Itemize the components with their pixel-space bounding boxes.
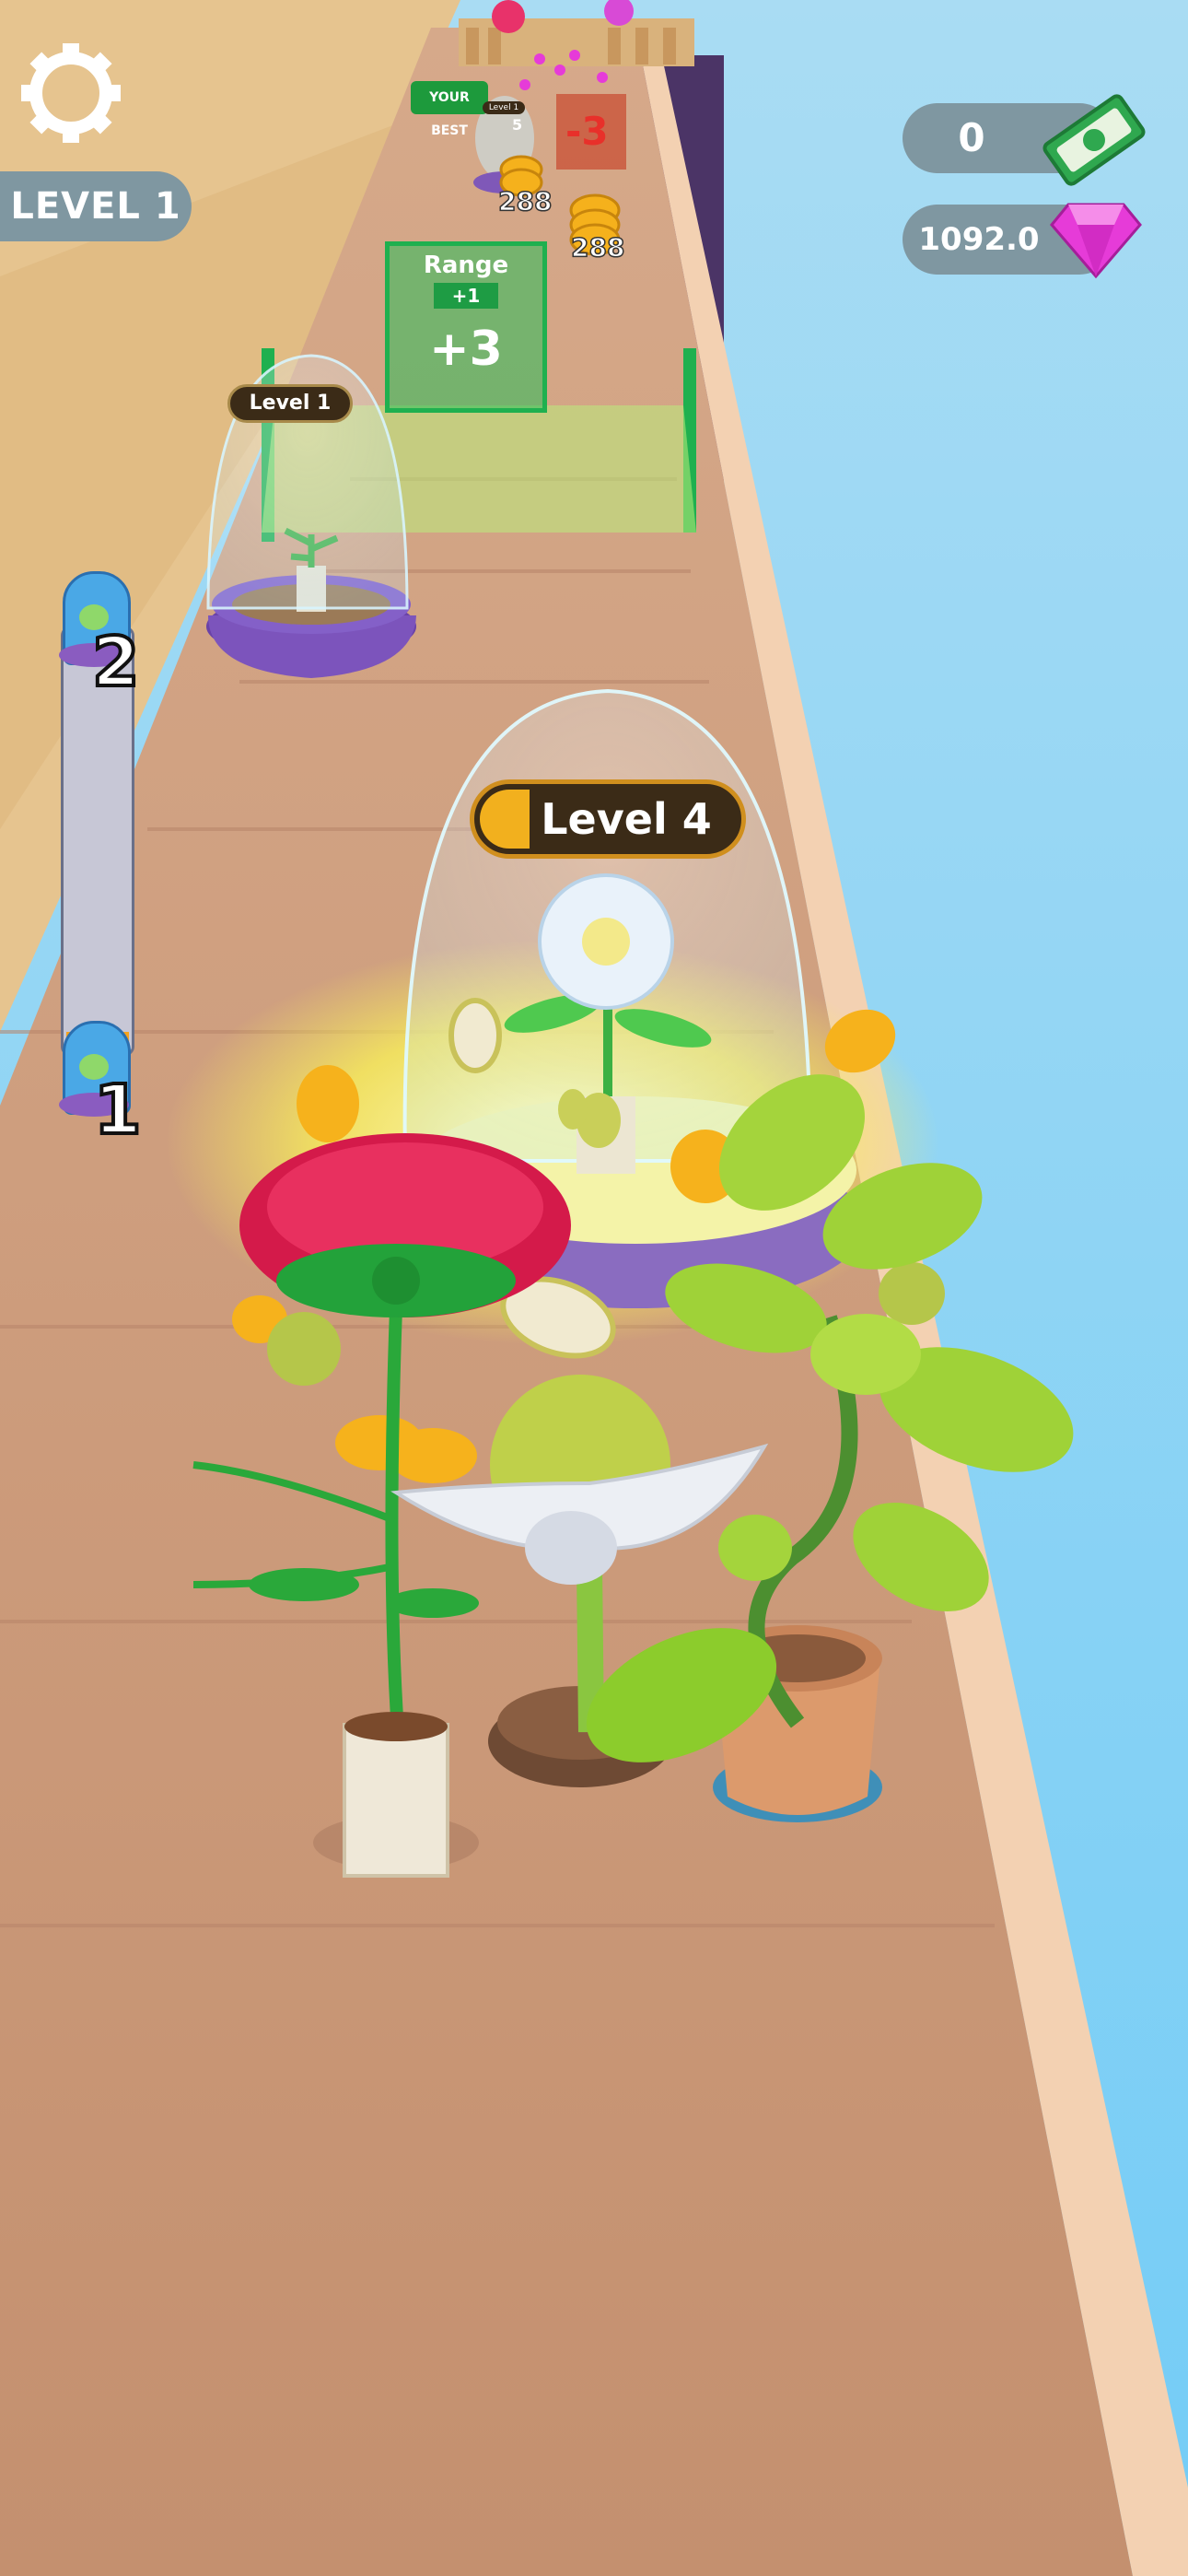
far-level-label: Level 1 [483,101,525,114]
settings-button[interactable] [22,44,120,142]
coin-stack-label: 288 [570,231,625,263]
far-number: 5 [512,116,523,134]
cash-bill-icon [1042,94,1146,186]
merge-progress-meter: 2 1 [59,571,143,1152]
gem-value: 1092.0 [918,221,1040,258]
progress-top-number: 2 [90,621,141,704]
coin-stack-label: 288 [497,185,553,217]
gate-amount: +3 [429,322,503,377]
your-best-sign: YOUR BEST [411,81,488,138]
near-dome-level-text: Level 4 [541,794,712,844]
range-upgrade-gate: Range +1 +3 [385,241,547,413]
near-dome-level-label: Level 4 [470,779,746,859]
cash-value: 0 [958,115,985,160]
level-badge: LEVEL 1 [0,171,192,241]
gate-title: Range [423,252,509,279]
pink-gem-icon [1050,203,1142,279]
game-scene [0,0,1188,2576]
progress-bottom-number: 1 [92,1069,143,1152]
minus-gate-value: -3 [565,109,609,154]
gate-subtitle: +1 [434,283,498,309]
level-label-accent [480,790,530,849]
far-dome-level-label: Level 1 [227,384,353,423]
